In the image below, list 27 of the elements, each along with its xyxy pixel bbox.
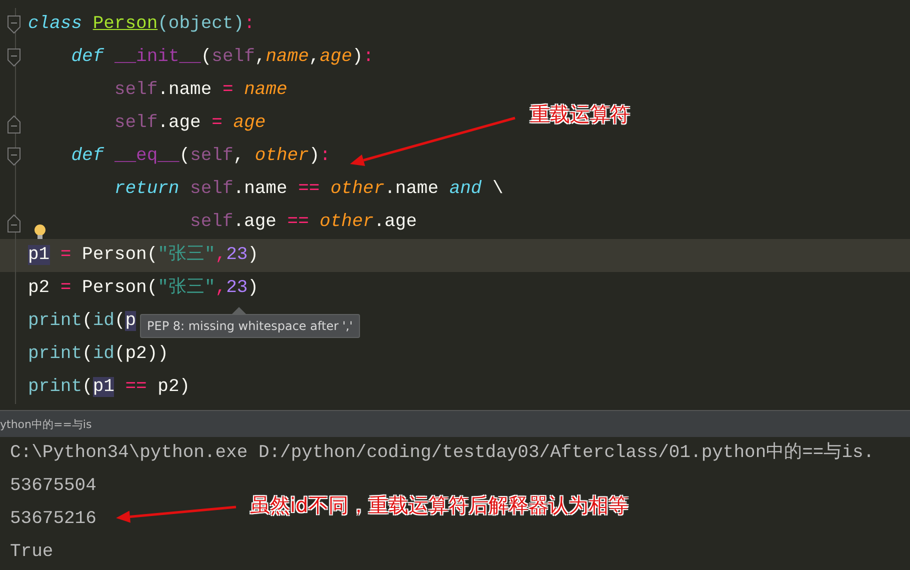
code-line: print(id(p (28, 310, 136, 333)
panel-title[interactable]: ython中的==与is (0, 416, 92, 432)
code-line: p1 = Person("张三",23) (28, 243, 258, 267)
code-line: class Person(object): (28, 13, 255, 36)
code-line: self.age == other.age (190, 211, 417, 234)
fold-icon[interactable] (7, 14, 21, 34)
console-line: 53675216 (10, 508, 96, 531)
tooltip-pointer (232, 307, 246, 314)
annotation: 重载运算符 (530, 101, 630, 128)
annotation: 虽然id不同，重载运算符后解释器认为相等 (250, 492, 628, 519)
fold-icon[interactable] (7, 146, 21, 166)
code-line: p2 = Person("张三",23) (28, 276, 258, 300)
console-line: True (10, 541, 54, 564)
fold-icon[interactable] (7, 212, 21, 232)
fold-icon[interactable] (7, 48, 21, 68)
code-line: def __init__(self,name,age): (71, 46, 374, 69)
code-line: def __eq__(self, other): (71, 145, 331, 168)
console-line: 53675504 (10, 475, 96, 498)
code-line: print(p1 == p2) (28, 376, 190, 399)
console-line: C:\Python34\python.exe D:/python/coding/testday03/Afterclass/01.python中的==与is. (10, 441, 874, 465)
code-line: return self.name == other.name and \ (114, 178, 504, 201)
lightbulb-icon[interactable] (33, 223, 47, 241)
code-line: self.age = age (114, 112, 266, 135)
fold-icon[interactable] (7, 114, 21, 134)
code-line: print(id(p2)) (28, 343, 168, 366)
tooltip: PEP 8: missing whitespace after ',' (140, 314, 360, 338)
code-line: self.name = name (114, 79, 288, 102)
